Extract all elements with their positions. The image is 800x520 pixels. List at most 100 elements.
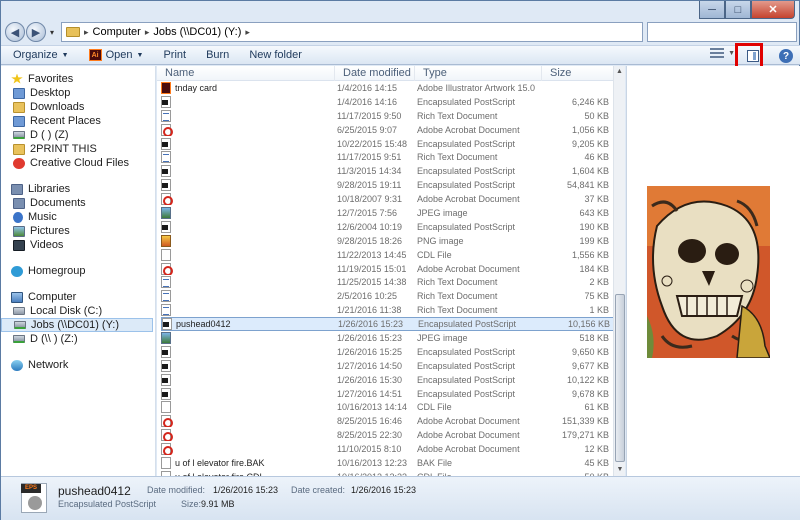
file-size-cell: 179,271 KB bbox=[561, 430, 609, 441]
table-row[interactable]: 12/7/2015 7:56 JPEG image 643 KB bbox=[161, 206, 615, 220]
maximize-button[interactable]: □ bbox=[725, 1, 751, 19]
open-button[interactable]: Ai Open ▼ bbox=[88, 49, 143, 61]
nav-item-2print-this[interactable]: 2PRINT THIS bbox=[1, 142, 155, 156]
address-bar[interactable]: ▸ Computer ▸ Jobs (\\DC01) (Y:) ▸ bbox=[61, 22, 643, 42]
nav-item-label: Jobs (\\DC01) (Y:) bbox=[31, 319, 120, 331]
nav-computer[interactable]: Computer bbox=[1, 290, 155, 304]
table-row[interactable]: 11/10/2015 8:10 Adobe Acrobat Document 12 … bbox=[161, 442, 615, 456]
nav-item-documents[interactable]: Documents bbox=[1, 196, 155, 210]
table-row[interactable]: 9/28/2015 18:26 PNG image 199 KB bbox=[161, 234, 615, 248]
breadcrumb-jobs-drive[interactable]: Jobs (\\DC01) (Y:) bbox=[153, 26, 241, 38]
forward-button[interactable]: ▶ bbox=[26, 22, 46, 42]
file-type-cell: PNG image bbox=[417, 235, 464, 246]
column-headers: Name Date modified Type Size bbox=[157, 66, 615, 81]
nav-network[interactable]: Network bbox=[1, 358, 155, 372]
nav-libraries[interactable]: Libraries bbox=[1, 182, 155, 196]
table-row[interactable]: 2/5/2016 10:25 Rich Text Document 75 KB bbox=[161, 289, 615, 303]
file-type-cell: BAK File bbox=[417, 457, 453, 468]
table-row[interactable]: 10/18/2007 9:31 Adobe Acrobat Document 37 … bbox=[161, 192, 615, 206]
caption-buttons: ─ □ ✕ bbox=[699, 1, 795, 19]
nav-item-desktop[interactable]: Desktop bbox=[1, 86, 155, 100]
nav-item-creative-cloud[interactable]: Creative Cloud Files bbox=[1, 156, 155, 170]
organize-label: Organize bbox=[13, 49, 58, 61]
file-name-cell: tnday card bbox=[161, 81, 331, 94]
history-dropdown[interactable]: ▾ bbox=[47, 28, 57, 37]
table-row[interactable]: pushead0412 1/26/2016 15:23 Encapsulated P… bbox=[161, 317, 615, 332]
table-row[interactable]: 9/28/2015 19:11 Encapsulated PostScript 54… bbox=[161, 178, 615, 192]
scroll-up-arrow[interactable]: ▲ bbox=[614, 66, 625, 78]
date-modified-cell: 11/17/2015 9:51 bbox=[337, 152, 402, 163]
file-type-cell: Encapsulated PostScript bbox=[417, 138, 516, 149]
breadcrumb-separator[interactable]: ▸ bbox=[84, 27, 89, 38]
table-row[interactable]: 11/22/2013 14:45 CDL File 1,556 KB bbox=[161, 248, 615, 262]
close-button[interactable]: ✕ bbox=[751, 1, 795, 19]
nav-item-jobs-drive[interactable]: Jobs (\\DC01) (Y:) bbox=[1, 318, 153, 332]
change-view-control[interactable]: ▼ bbox=[710, 48, 735, 58]
search-input[interactable] bbox=[647, 22, 797, 42]
date-modified-cell: 1/26/2016 15:30 bbox=[337, 374, 403, 385]
table-row[interactable]: 1/26/2016 15:30 Encapsulated PostScript 10… bbox=[161, 373, 615, 387]
nav-homegroup[interactable]: Homegroup bbox=[1, 264, 155, 278]
nav-item-drive-z[interactable]: D ( ) (Z) bbox=[1, 128, 155, 142]
nav-item-label: Downloads bbox=[30, 101, 85, 113]
nav-item-recent-places[interactable]: Recent Places bbox=[1, 114, 155, 128]
column-header-size[interactable]: Size bbox=[542, 66, 615, 81]
nav-item-videos[interactable]: Videos bbox=[1, 238, 155, 252]
computer-icon bbox=[11, 291, 23, 303]
nav-favorites-label: Favorites bbox=[28, 73, 74, 85]
file-name-cell bbox=[161, 151, 331, 164]
column-header-name[interactable]: Name bbox=[157, 66, 335, 81]
scroll-thumb[interactable] bbox=[615, 294, 625, 462]
burn-button[interactable]: Burn bbox=[206, 49, 229, 61]
table-row[interactable]: 12/6/2004 10:19 Encapsulated PostScript 19… bbox=[161, 220, 615, 234]
table-row[interactable]: 1/27/2016 14:50 Encapsulated PostScript 9,… bbox=[161, 359, 615, 373]
file-name-cell bbox=[161, 123, 331, 136]
breadcrumb-separator[interactable]: ▸ bbox=[145, 27, 150, 38]
column-header-date-modified[interactable]: Date modified bbox=[335, 66, 415, 81]
table-row[interactable]: 10/22/2015 15:48 Encapsulated PostScript 9… bbox=[161, 137, 615, 151]
table-row[interactable]: 11/17/2015 9:50 Rich Text Document 50 KB bbox=[161, 109, 615, 123]
breadcrumb-separator[interactable]: ▸ bbox=[245, 27, 250, 38]
nav-item-drive-z-computer[interactable]: D (\\ ) (Z:) bbox=[1, 332, 155, 346]
file-type-cell: Rich Text Document bbox=[417, 277, 498, 288]
nav-item-local-disk[interactable]: Local Disk (C:) bbox=[1, 304, 155, 318]
breadcrumb-computer[interactable]: Computer bbox=[93, 26, 141, 38]
music-icon bbox=[13, 211, 23, 223]
nav-item-music[interactable]: Music bbox=[1, 210, 155, 224]
file-type-cell: Encapsulated PostScript bbox=[418, 319, 517, 330]
print-button[interactable]: Print bbox=[163, 49, 186, 61]
views-icon bbox=[710, 48, 725, 58]
table-row[interactable]: 1/21/2016 11:38 Rich Text Document 1 KB bbox=[161, 303, 615, 317]
nav-item-label: Pictures bbox=[30, 225, 70, 237]
help-button[interactable]: ? bbox=[779, 49, 793, 63]
nav-item-downloads[interactable]: Downloads bbox=[1, 100, 155, 114]
back-button[interactable]: ◀ bbox=[5, 22, 25, 42]
table-row[interactable]: 11/19/2015 15:01 Adobe Acrobat Document 18… bbox=[161, 262, 615, 276]
nav-item-pictures[interactable]: Pictures bbox=[1, 224, 155, 238]
table-row[interactable]: 11/3/2015 14:34 Encapsulated PostScript 1,… bbox=[161, 164, 615, 178]
new-folder-button[interactable]: New folder bbox=[249, 49, 302, 61]
table-row[interactable]: tnday card 1/4/2016 14:15 Adobe Illustrato… bbox=[161, 81, 615, 95]
table-row[interactable]: 11/25/2015 14:38 Rich Text Document 2 KB bbox=[161, 275, 615, 289]
table-row[interactable]: 10/16/2013 14:14 CDL File 61 KB bbox=[161, 400, 615, 414]
column-header-type[interactable]: Type bbox=[415, 66, 542, 81]
nav-favorites[interactable]: Favorites bbox=[1, 72, 155, 86]
file-size-cell: 199 KB bbox=[579, 235, 609, 246]
table-row[interactable]: 1/26/2016 15:23 JPEG image 518 KB bbox=[161, 331, 615, 345]
table-row[interactable]: 6/25/2015 9:07 Adobe Acrobat Document 1,05… bbox=[161, 123, 615, 137]
file-size-cell: 12 KB bbox=[584, 444, 609, 455]
table-row[interactable]: 1/27/2016 14:51 Encapsulated PostScript 9,… bbox=[161, 387, 615, 401]
table-row[interactable]: u of l elevator fire.BAK 10/16/2013 12:23… bbox=[161, 456, 615, 470]
table-row[interactable]: 1/26/2016 15:25 Encapsulated PostScript 9,… bbox=[161, 345, 615, 359]
vertical-scrollbar[interactable]: ▲ ▼ bbox=[613, 66, 625, 476]
eps-file-icon bbox=[161, 220, 171, 233]
table-row[interactable]: 11/17/2015 9:51 Rich Text Document 46 KB bbox=[161, 150, 615, 164]
organize-button[interactable]: Organize ▼ bbox=[13, 49, 69, 61]
scroll-down-arrow[interactable]: ▼ bbox=[614, 464, 626, 476]
minimize-button[interactable]: ─ bbox=[699, 1, 725, 19]
table-row[interactable]: 1/4/2016 14:16 Encapsulated PostScript 6,2… bbox=[161, 95, 615, 109]
navigation-pane: Favorites Desktop Downloads Recent Place… bbox=[1, 66, 156, 476]
date-modified-cell: 1/21/2016 11:38 bbox=[337, 305, 402, 316]
table-row[interactable]: 8/25/2015 22:30 Adobe Acrobat Document 179… bbox=[161, 428, 615, 442]
table-row[interactable]: 8/25/2015 16:46 Adobe Acrobat Document 151… bbox=[161, 414, 615, 428]
